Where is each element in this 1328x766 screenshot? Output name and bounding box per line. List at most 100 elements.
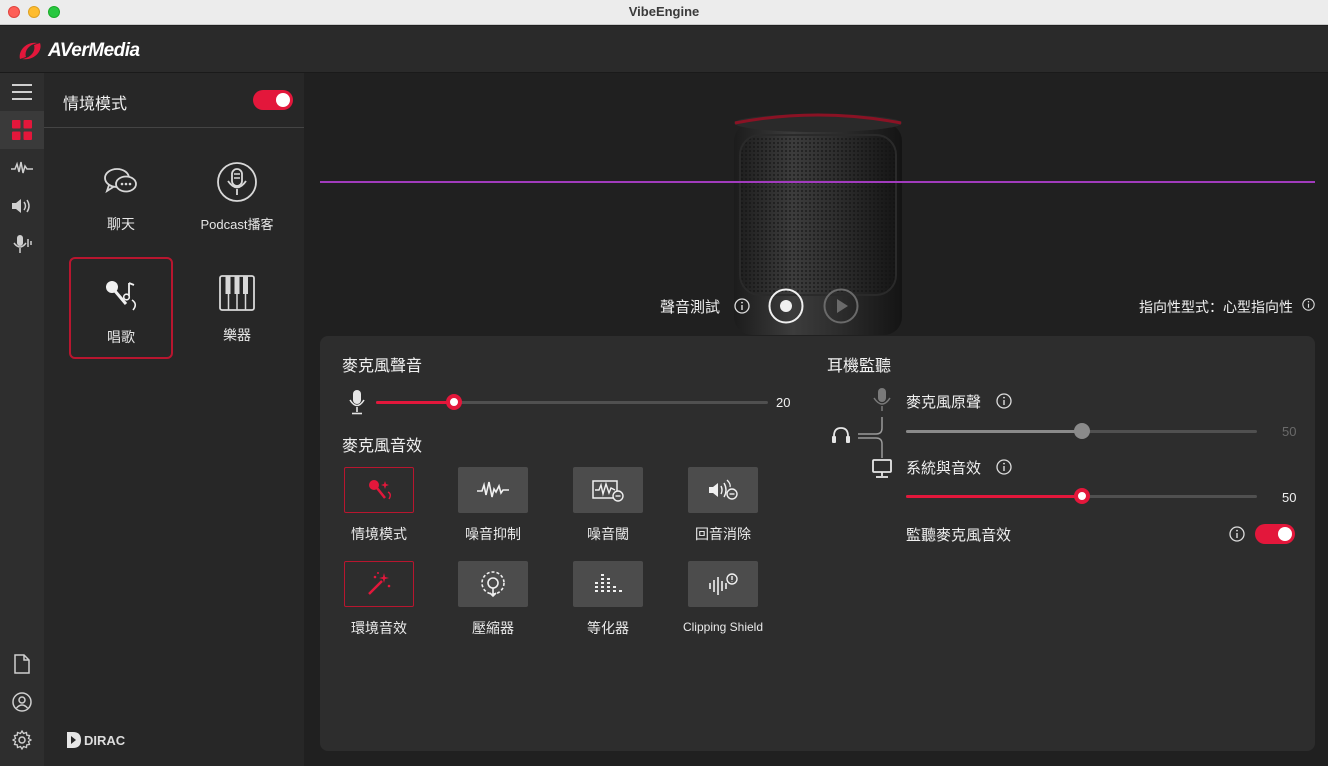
brand-name: AVerMedia [48, 40, 140, 61]
dirac-text: DIRAC [84, 732, 126, 748]
echo-cancel-icon [709, 479, 738, 500]
effect-equalizer[interactable] [573, 561, 643, 607]
monitor-fx-toggle[interactable] [1255, 524, 1295, 544]
system-audio-value: 50 [1282, 490, 1297, 505]
polar-pattern-label: 指向性型式：心型指向性 [1139, 299, 1293, 315]
info-icon[interactable] [1229, 526, 1245, 542]
mode-label: 唱歌 [107, 329, 135, 345]
effect-echo-cancel[interactable] [688, 467, 758, 513]
gear-icon [12, 730, 32, 750]
slider-fill [906, 495, 1082, 498]
hamburger-menu-icon [12, 84, 32, 100]
brand-logo: AVerMedia [16, 38, 140, 64]
compressor-dial-icon [481, 571, 505, 598]
piano-keys-icon [219, 275, 255, 311]
slider-fill [906, 430, 1082, 433]
waveform-icon [11, 161, 33, 174]
sound-test-label: 聲音測試 [660, 299, 721, 316]
mode-podcast[interactable]: Podcast播客 [185, 146, 289, 248]
brand-bar: AVerMedia [0, 26, 1328, 73]
mode-label: 樂器 [223, 327, 251, 343]
nav-audio-effects[interactable] [0, 149, 44, 187]
speaker-icon [12, 199, 30, 213]
system-audio-label: 系統與音效 [906, 460, 982, 477]
slider-thumb[interactable] [446, 394, 463, 410]
mic-raw-value: 50 [1282, 424, 1297, 439]
nav-document[interactable] [0, 645, 44, 683]
info-icon[interactable] [996, 459, 1012, 475]
nav-rail [0, 73, 44, 766]
document-icon [14, 654, 30, 674]
scene-mode-header: 情境模式 [44, 73, 304, 128]
main-area: 聲音測試 指向性型式：心型指向性 麥克風聲音 20 麥克風音效 情境模式 噪音抑… [304, 73, 1328, 766]
monitor-routing-diagram [832, 388, 892, 478]
clipping-shield-icon [709, 573, 738, 595]
system-audio-slider[interactable] [906, 488, 1257, 504]
effect-label: 回音消除 [695, 526, 751, 542]
play-button[interactable] [823, 288, 859, 324]
equalizer-icon [595, 574, 622, 592]
record-button[interactable] [768, 288, 804, 324]
nav-voice[interactable] [0, 225, 44, 263]
avermedia-swirl-icon [19, 42, 41, 60]
user-icon [12, 692, 32, 712]
effect-scene-mode[interactable] [344, 467, 414, 513]
singing-mic-icon [106, 281, 137, 311]
window-titlebar: VibeEngine [0, 0, 1328, 25]
slider-thumb[interactable] [1073, 488, 1090, 504]
effect-ambience[interactable] [344, 561, 414, 607]
scene-mode-panel: 情境模式 聊天 Podcast播客 唱歌 樂器 DIRAC [44, 73, 304, 766]
mic-volume-value: 20 [776, 395, 791, 410]
effect-clipping-shield[interactable] [688, 561, 758, 607]
effect-label: 環境音效 [351, 620, 407, 636]
slider-thumb[interactable] [1073, 423, 1090, 439]
mode-label: 聊天 [107, 216, 135, 232]
effect-label: 噪音閾 [587, 526, 629, 542]
dirac-mark-icon [67, 732, 81, 748]
effect-label: 情境模式 [351, 526, 407, 542]
scene-mode-toggle[interactable] [253, 90, 293, 110]
waveform-line [320, 181, 1315, 183]
mode-chat[interactable]: 聊天 [69, 146, 173, 248]
effect-label: Clipping Shield [682, 620, 764, 634]
slider-fill [376, 401, 455, 404]
effect-label: 等化器 [587, 620, 629, 636]
effect-noise-gate[interactable] [573, 467, 643, 513]
chat-bubbles-icon [104, 168, 137, 194]
effect-noise-suppression[interactable] [458, 467, 528, 513]
nav-settings[interactable] [0, 721, 44, 759]
monitoring-title: 耳機監聽 [827, 358, 892, 375]
mode-label: Podcast播客 [200, 217, 274, 232]
mic-volume-title: 麥克風聲音 [342, 358, 423, 375]
mic-sparkle-icon [369, 480, 391, 500]
grid-icon [12, 120, 32, 140]
dirac-logo: DIRAC [66, 731, 125, 749]
effect-compressor[interactable] [458, 561, 528, 607]
mode-instrument[interactable]: 樂器 [185, 257, 289, 359]
noise-gate-icon [592, 480, 624, 502]
menu-button[interactable] [0, 73, 44, 111]
microphone-product-image [734, 113, 902, 335]
voice-mic-icon [13, 235, 32, 253]
window-title: VibeEngine [628, 4, 700, 19]
mic-effects-title: 麥克風音效 [342, 438, 423, 455]
noise-wave-icon [477, 481, 509, 498]
info-icon[interactable] [1302, 298, 1315, 311]
mic-volume-slider[interactable] [376, 394, 768, 410]
mic-raw-slider[interactable] [906, 423, 1257, 439]
nav-scene-mode[interactable] [0, 111, 44, 149]
info-icon[interactable] [996, 393, 1012, 409]
mic-raw-label: 麥克風原聲 [906, 394, 982, 411]
control-panel: 麥克風聲音 20 麥克風音效 情境模式 噪音抑制 噪音閾 回音消除 環境音效 壓… [320, 336, 1315, 751]
nav-speaker[interactable] [0, 187, 44, 225]
monitor-fx-label: 監聽麥克風音效 [906, 527, 1012, 544]
effect-label: 壓縮器 [472, 620, 514, 636]
microphone-icon [349, 390, 365, 415]
nav-account[interactable] [0, 683, 44, 721]
mode-singing[interactable]: 唱歌 [69, 257, 173, 359]
effect-label: 噪音抑制 [465, 526, 521, 542]
podcast-mic-icon [217, 162, 257, 202]
scene-mode-title: 情境模式 [63, 96, 128, 113]
info-icon[interactable] [734, 298, 750, 314]
magic-wand-icon [368, 572, 391, 595]
